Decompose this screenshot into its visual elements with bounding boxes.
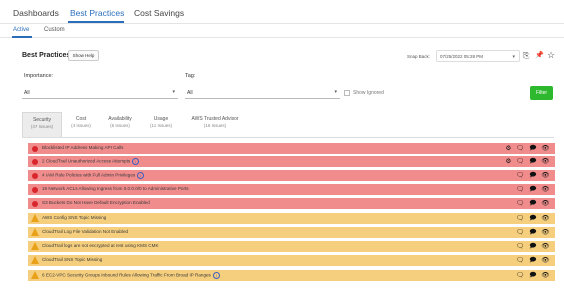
issue-text[interactable]: 6 EC2-VPC Security Groups Inbound Rules … — [42, 272, 220, 279]
issue-row[interactable]: CloudTrail Log File Validation Not Enabl… — [28, 227, 555, 238]
warning-icon — [31, 228, 39, 236]
issue-title: 4 IAM Role Policies with Full Admin Priv… — [42, 172, 136, 178]
show-help-button[interactable]: Show Help — [68, 50, 99, 61]
issue-row[interactable]: Blocklisted IP Address Making API Calls ⚙… — [28, 143, 555, 154]
high-severity-icon — [32, 146, 38, 152]
issue-text[interactable]: Blocklisted IP Address Making API Calls — [42, 145, 123, 150]
issue-text[interactable]: CloudTrail SNS Topic Missing — [42, 257, 102, 262]
row-action-icons[interactable]: 🗨 🗩 👁 — [516, 185, 551, 196]
high-severity-icon — [32, 159, 38, 165]
category-tab-count: (16 Issues) — [203, 123, 227, 128]
row-action-icons[interactable]: 🗨 🗩 👁 — [516, 199, 551, 210]
page-title: Best Practices — [22, 52, 71, 59]
category-tab-count: (6 Issues) — [110, 123, 130, 128]
issue-title: 2 CloudTrail Unauthorized Access Attempt… — [42, 158, 131, 164]
warning-icon — [31, 256, 39, 264]
snapback-value: 07/25/2022 05:28 PM — [440, 54, 484, 59]
category-tab-count: (11 Issues) — [150, 123, 172, 128]
issue-title: S3 Buckets Do Not Have Default Encryptio… — [42, 200, 150, 205]
category-tab-count: (47 Issues) — [30, 124, 54, 129]
issue-title: 6 EC2-VPC Security Groups Inbound Rules … — [42, 272, 211, 278]
pin-icon[interactable]: 📌 — [535, 52, 544, 60]
category-tab-usage[interactable]: Usage (11 Issues) — [142, 112, 180, 138]
info-icon[interactable]: i — [212, 272, 220, 279]
top-nav: Dashboards Best Practices Cost Savings — [0, 0, 564, 24]
issue-text[interactable]: 4 IAM Role Policies with Full Admin Priv… — [42, 172, 145, 179]
issue-title: AWS Config SNS Topic Missing — [42, 215, 107, 220]
high-severity-icon — [32, 173, 38, 179]
issue-text[interactable]: 2 CloudTrail Unauthorized Access Attempt… — [42, 158, 140, 165]
issue-text[interactable]: 19 Network ACLs Allowing Ingress from 0.… — [42, 186, 189, 191]
high-severity-icon — [32, 201, 38, 207]
star-icon[interactable]: ☆ — [547, 51, 555, 60]
high-severity-icon — [32, 187, 38, 193]
category-tab-count: (4 Issues) — [71, 123, 91, 128]
issue-row[interactable]: CloudTrail logs are not encrypted at res… — [28, 241, 555, 252]
issue-title: CloudTrail logs are not encrypted at res… — [42, 243, 159, 248]
category-tab-name: Availability — [108, 116, 132, 122]
category-tab-aws-trusted-advisor[interactable]: AWS Trusted Advisor (16 Issues) — [184, 112, 246, 138]
issue-title: CloudTrail SNS Topic Missing — [42, 257, 103, 262]
tag-label: Tag: — [185, 73, 196, 79]
issue-row[interactable]: 4 IAM Role Policies with Full Admin Priv… — [28, 170, 555, 181]
importance-value: All — [24, 90, 30, 96]
show-ignored-checkbox[interactable] — [344, 90, 350, 96]
issue-text[interactable]: AWS Config SNS Topic Missing — [42, 215, 106, 220]
tab-divider — [22, 137, 554, 138]
warning-icon — [31, 242, 39, 250]
row-action-icons[interactable]: 🗨 🗩 👁 — [516, 256, 551, 267]
category-tab-name: Cost — [75, 116, 87, 122]
row-action-icons[interactable]: 🗨 🗩 👁 — [516, 242, 551, 253]
issue-text[interactable]: S3 Buckets Do Not Have Default Encryptio… — [42, 200, 150, 205]
chevron-down-icon: ▾ — [512, 54, 515, 60]
tag-value: All — [187, 90, 193, 96]
category-tab-security[interactable]: Security (47 Issues) — [22, 112, 62, 138]
issue-title: Blocklisted IP Address Making API Calls — [42, 145, 124, 150]
export-icon[interactable]: ⎘ — [523, 52, 529, 60]
warning-icon — [31, 271, 39, 279]
category-tab-cost[interactable]: Cost (4 Issues) — [64, 112, 98, 138]
active-tab-underline — [68, 21, 124, 23]
issue-row[interactable]: CloudTrail SNS Topic Missing 🗨 🗩 👁 — [28, 255, 555, 266]
tab-best-practices[interactable]: Best Practices — [70, 8, 124, 18]
tag-select[interactable]: All ▾ — [185, 88, 340, 99]
category-tab-name: Usage — [153, 116, 169, 122]
issue-row[interactable]: 19 Network ACLs Allowing Ingress from 0.… — [28, 184, 555, 195]
issue-title: 19 Network ACLs Allowing Ingress from 0.… — [42, 186, 189, 191]
issue-row[interactable]: S3 Buckets Do Not Have Default Encryptio… — [28, 198, 555, 209]
active-subtab-underline — [12, 36, 32, 38]
category-tab-name: Security — [32, 117, 52, 123]
row-action-icons[interactable]: 🗨 🗩 👁 — [516, 271, 551, 282]
tab-cost-savings[interactable]: Cost Savings — [134, 8, 184, 18]
chevron-down-icon: ▾ — [334, 89, 337, 95]
subtab-active[interactable]: Active — [13, 27, 29, 33]
filter-button[interactable]: Filter — [530, 86, 553, 100]
subtab-custom[interactable]: Custom — [44, 27, 65, 33]
issue-row[interactable]: AWS Config SNS Topic Missing 🗨 🗩 👁 — [28, 213, 555, 224]
row-action-icons[interactable]: ⚙ 🗨 🗩 👁 — [506, 157, 551, 168]
row-action-icons[interactable]: 🗨 🗩 👁 — [516, 171, 551, 182]
show-ignored-label: Show Ignored — [353, 90, 384, 96]
category-tab-name: AWS Trusted Advisor — [191, 116, 239, 122]
chevron-down-icon: ▾ — [172, 89, 175, 95]
snapback-label: Snap Back: — [407, 54, 431, 59]
row-action-icons[interactable]: ⚙ 🗨 🗩 👁 — [506, 144, 551, 155]
issue-title: CloudTrail Log File Validation Not Enabl… — [42, 229, 129, 234]
issue-row[interactable]: 2 CloudTrail Unauthorized Access Attempt… — [28, 156, 555, 167]
tab-dashboards[interactable]: Dashboards — [13, 8, 59, 18]
category-tab-availability[interactable]: Availability (6 Issues) — [100, 112, 140, 138]
sub-nav: Active Custom — [0, 24, 564, 38]
importance-select[interactable]: All ▾ — [22, 88, 178, 99]
snapback-select[interactable]: 07/25/2022 05:28 PM ▾ — [436, 50, 520, 62]
row-action-icons[interactable]: 🗨 🗩 👁 — [516, 214, 551, 225]
row-action-icons[interactable]: 🗨 🗩 👁 — [516, 228, 551, 239]
issue-text[interactable]: CloudTrail Log File Validation Not Enabl… — [42, 229, 128, 234]
importance-label: Importance: — [24, 73, 54, 79]
info-icon[interactable]: i — [137, 172, 145, 179]
issue-row[interactable]: 6 EC2-VPC Security Groups Inbound Rules … — [28, 270, 555, 281]
issue-text[interactable]: CloudTrail logs are not encrypted at res… — [42, 243, 159, 248]
warning-icon — [31, 214, 39, 222]
info-icon[interactable]: i — [132, 158, 140, 165]
